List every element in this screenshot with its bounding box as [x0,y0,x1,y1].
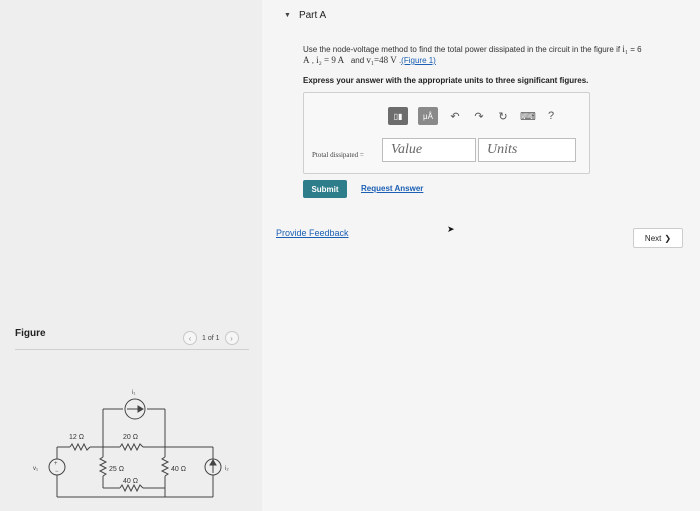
value-input[interactable] [382,138,476,162]
template-button[interactable]: ▯▮ [388,107,408,125]
figure-link[interactable]: (Figure 1) [401,56,436,65]
help-icon[interactable]: ? [544,110,558,122]
part-title: Part A [298,10,327,21]
redo-icon[interactable]: ↷ [472,110,486,123]
v1-label: v₁ [33,466,38,472]
chevron-right-icon: ❯ [664,233,672,243]
part-header[interactable]: ▼ Part A [284,10,326,21]
r25-label: 25 Ω [109,466,124,473]
r40-vertical-label: 40 Ω [171,466,186,473]
caret-down-icon[interactable]: ▼ [284,12,291,19]
math-toolbar: ▯▮ μÅ ↶ ↷ ↻ ⌨ ? [388,107,558,125]
units-button[interactable]: μÅ [418,107,438,125]
units-icon: μÅ [423,111,433,121]
i1-label: i₁ [132,390,135,396]
chevron-left-icon: ‹ [188,333,192,343]
next-figure-button[interactable]: › [224,331,239,345]
r40-bottom-label: 40 Ω [123,478,138,485]
svg-text:+: + [54,461,58,467]
keyboard-icon[interactable]: ⌨ [520,110,536,123]
next-label: Next [644,233,662,243]
page-indicator: 1 of 1 [202,334,220,342]
prev-figure-button[interactable]: ‹ [183,331,197,345]
r20-label: 20 Ω [123,434,138,441]
undo-icon[interactable]: ↶ [448,110,462,123]
figure-divider [15,349,249,350]
figure-title: Figure [15,328,46,339]
figure-pager: ‹ 1 of 1 › [183,331,239,345]
next-button[interactable]: Next ❯ [633,228,683,248]
problem-statement: Use the node-voltage method to find the … [303,44,642,65]
mouse-cursor-icon: ➤ [447,224,455,234]
provide-feedback-link[interactable]: Provide Feedback [276,228,349,238]
answer-box: ▯▮ μÅ ↶ ↷ ↻ ⌨ ? Ptotal dissipated = [303,92,590,174]
i2-label: i₂ [225,466,229,472]
request-answer-link[interactable]: Request Answer [361,184,423,193]
svg-text:−: − [55,469,59,475]
chevron-right-icon: › [230,333,233,343]
circuit-diagram: + − v₁ i₁ i₂ 12 Ω 20 Ω 25 Ω 40 Ω 40 Ω [33,390,229,498]
answer-label: Ptotal dissipated = [312,151,364,159]
template-icon: ▯▮ [393,111,403,121]
units-input[interactable] [478,138,576,162]
r12-label: 12 Ω [69,434,84,441]
reset-icon[interactable]: ↻ [496,110,510,123]
instruction: Express your answer with the appropriate… [303,76,589,85]
submit-button[interactable]: Submit [303,180,347,198]
